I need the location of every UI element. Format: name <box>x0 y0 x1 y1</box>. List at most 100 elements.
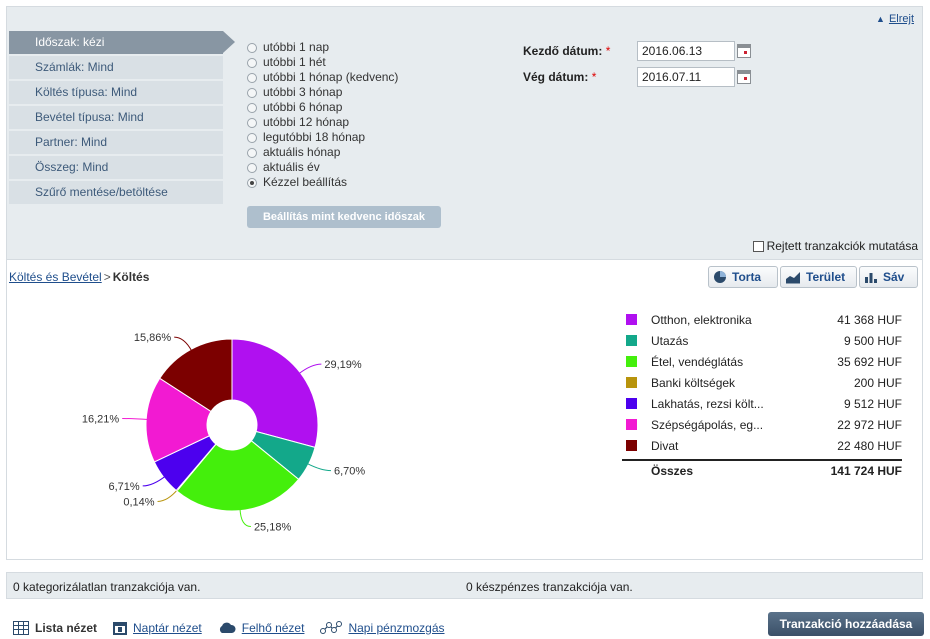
list-view-icon <box>13 621 29 635</box>
collapse-filter-link[interactable]: ▲ Elrejt <box>876 13 914 25</box>
period-option-label: aktuális év <box>263 160 320 174</box>
slice-percent-label: 0,14% <box>123 496 154 508</box>
view-daily-cashflow[interactable]: Napi pénzmozgás <box>320 621 445 635</box>
total-label: Összes <box>651 464 694 478</box>
radio-button[interactable] <box>247 102 257 113</box>
period-option[interactable]: utóbbi 3 hónap <box>247 85 398 100</box>
legend-item[interactable]: Étel, vendéglátás 35 692 HUF <box>622 351 902 372</box>
slice-percent-label: 29,19% <box>324 359 362 371</box>
uncategorized-status: 0 kategorizálatlan tranzakciója van. <box>13 580 201 594</box>
period-option[interactable]: utóbbi 12 hónap <box>247 115 398 130</box>
period-option[interactable]: utóbbi 6 hónap <box>247 100 398 115</box>
period-option[interactable]: legutóbbi 18 hónap <box>247 130 398 145</box>
radio-button[interactable] <box>247 162 257 173</box>
legend-label: Banki költségek <box>651 375 736 390</box>
chart-legend: Otthon, elektronika 41 368 HUF Utazás 9 500… <box>622 309 902 481</box>
legend-item[interactable]: Banki költségek 200 HUF <box>622 372 902 393</box>
legend-item[interactable]: Lakhatás, rezsi költ... 9 512 HUF <box>622 393 902 414</box>
legend-value: 22 972 HUF <box>837 417 902 432</box>
period-option-label: Kézzel beállítás <box>263 175 348 189</box>
show-hidden-checkbox[interactable] <box>752 240 764 252</box>
end-date-label: Vég dátum: * <box>523 70 597 84</box>
filter-menu-period[interactable]: Időszak: kézi <box>9 31 235 54</box>
end-date-input[interactable] <box>637 67 735 87</box>
legend-swatch <box>626 398 637 409</box>
end-calendar-icon[interactable] <box>737 70 751 84</box>
legend-label: Utazás <box>651 333 689 348</box>
start-date-label: Kezdő dátum: * <box>523 44 611 58</box>
legend-value: 200 HUF <box>853 375 902 390</box>
period-option[interactable]: utóbbi 1 nap <box>247 40 398 55</box>
set-favorite-period-button[interactable]: Beállítás mint kedvenc időszak <box>247 206 441 228</box>
legend-swatch <box>626 335 637 346</box>
legend-swatch <box>626 377 637 388</box>
slice-leader-line <box>157 488 179 502</box>
radio-button[interactable] <box>247 57 257 68</box>
legend-total-row: Összes 141 724 HUF <box>622 459 902 481</box>
period-option[interactable]: aktuális hónap <box>247 145 398 160</box>
triangle-up-icon: ▲ <box>876 14 885 24</box>
filter-menu-expense-type[interactable]: Költés típusa: Mind <box>9 81 223 104</box>
tab-bar-chart[interactable]: Sáv <box>859 266 918 288</box>
end-date-row: Vég dátum: * <box>523 67 751 87</box>
radio-button[interactable] <box>247 72 257 83</box>
legend-item[interactable]: Otthon, elektronika 41 368 HUF <box>622 309 902 330</box>
period-option[interactable]: utóbbi 1 hét <box>247 55 398 70</box>
filter-menu-amount[interactable]: Összeg: Mind <box>9 156 223 179</box>
period-option-label: utóbbi 12 hónap <box>263 115 350 129</box>
required-marker: * <box>605 44 611 58</box>
legend-swatch <box>626 440 637 451</box>
filter-menu: Időszak: kézi Számlák: Mind Költés típus… <box>9 31 235 206</box>
total-value: 141 724 HUF <box>830 464 902 478</box>
radio-button[interactable] <box>247 177 257 188</box>
filter-menu-income-type[interactable]: Bevétel típusa: Mind <box>9 106 223 129</box>
legend-label: Divat <box>651 438 679 453</box>
calendar-icon <box>113 622 128 635</box>
legend-item[interactable]: Divat 22 480 HUF <box>622 435 902 456</box>
legend-item[interactable]: Szépségápolás, eg... 22 972 HUF <box>622 414 902 435</box>
period-radio-group: utóbbi 1 nap utóbbi 1 hét utóbbi 1 hónap (… <box>247 40 398 190</box>
legend-label: Otthon, elektronika <box>651 312 752 327</box>
period-option[interactable]: aktuális év <box>247 160 398 175</box>
bar-chart-icon <box>865 273 877 283</box>
show-hidden-label: Rejtett tranzakciók mutatása <box>766 239 918 253</box>
start-calendar-icon[interactable] <box>737 44 751 58</box>
slice-leader-line <box>306 462 331 472</box>
view-calendar[interactable]: Naptár nézet <box>113 621 202 635</box>
period-option-label: utóbbi 1 hónap (kedvenc) <box>263 70 399 84</box>
tab-area-chart[interactable]: Terület <box>780 266 857 288</box>
cash-status: 0 készpénzes tranzakciója van. <box>466 580 633 594</box>
view-cloud[interactable]: Felhő nézet <box>218 621 304 635</box>
radio-button[interactable] <box>247 147 257 158</box>
period-option-label: utóbbi 1 hét <box>263 55 326 69</box>
radio-button[interactable] <box>247 117 257 128</box>
filter-menu-accounts[interactable]: Számlák: Mind <box>9 56 223 79</box>
legend-label: Étel, vendéglátás <box>651 354 744 369</box>
pie-slice[interactable] <box>231 338 319 448</box>
slice-percent-label: 6,71% <box>108 481 139 493</box>
add-transaction-button[interactable]: Tranzakció hozzáadása <box>768 612 924 636</box>
filter-menu-save-load[interactable]: Szűrő mentése/betöltése <box>9 181 223 204</box>
filter-panel: ▲ Elrejt Időszak: kézi Számlák: Mind Költ… <box>6 6 923 260</box>
legend-label: Szépségápolás, eg... <box>651 417 764 432</box>
slice-percent-label: 16,21% <box>82 414 120 426</box>
legend-swatch <box>626 356 637 367</box>
period-option[interactable]: utóbbi 1 hónap (kedvenc) <box>247 70 398 85</box>
radio-button[interactable] <box>247 87 257 98</box>
radio-button[interactable] <box>247 42 257 53</box>
start-date-input[interactable] <box>637 41 735 61</box>
filter-menu-partner[interactable]: Partner: Mind <box>9 131 223 154</box>
radio-button[interactable] <box>247 132 257 143</box>
show-hidden-transactions[interactable]: Rejtett tranzakciók mutatása <box>752 239 918 253</box>
slice-leader-line <box>122 418 149 421</box>
period-option[interactable]: Kézzel beállítás <box>247 175 398 190</box>
legend-item[interactable]: Utazás 9 500 HUF <box>622 330 902 351</box>
legend-value: 35 692 HUF <box>837 354 902 369</box>
pie-chart-icon <box>714 271 726 283</box>
tab-pie-chart[interactable]: Torta <box>708 266 778 288</box>
slice-leader-line <box>298 363 322 375</box>
legend-value: 9 500 HUF <box>843 333 902 348</box>
required-marker: * <box>591 70 597 84</box>
legend-swatch <box>626 314 637 325</box>
view-list[interactable]: Lista nézet <box>13 621 97 635</box>
